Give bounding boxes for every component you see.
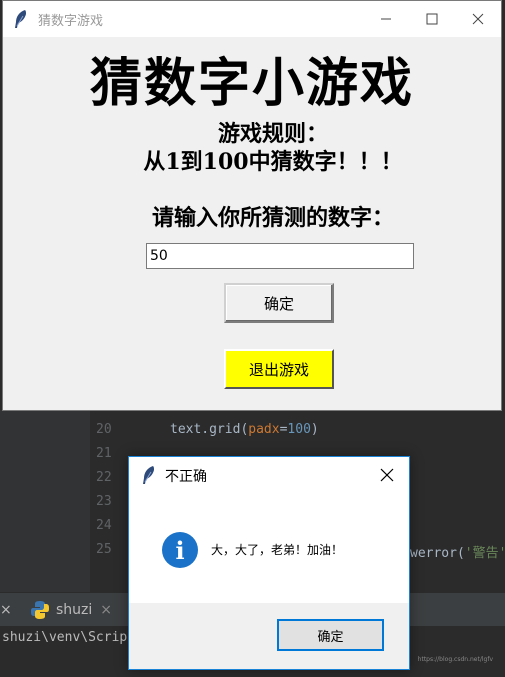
dialog-close-button[interactable] bbox=[365, 457, 409, 493]
game-rules: 游戏规则： 从1到100中猜数字！！！ bbox=[3, 120, 505, 176]
code-line-25: werror('警告' bbox=[410, 546, 505, 561]
close-icon[interactable]: × bbox=[0, 593, 14, 627]
terminal-path: shuzi\venv\Scrip bbox=[2, 630, 128, 645]
dialog-message: 大，大了，老弟！加油！ bbox=[211, 543, 344, 557]
line-number: 23 bbox=[96, 494, 112, 509]
dialog-title: 不正确 bbox=[165, 469, 207, 485]
line-number: 25 bbox=[96, 542, 112, 557]
line-number: 24 bbox=[96, 518, 112, 533]
python-icon bbox=[31, 601, 49, 619]
maximize-icon bbox=[426, 13, 438, 25]
line-number-gutter bbox=[0, 410, 90, 592]
dialog-title-bar: 不正确 bbox=[129, 457, 409, 493]
line-number: 22 bbox=[96, 470, 112, 485]
close-icon bbox=[380, 468, 394, 482]
confirm-button[interactable]: 确定 bbox=[224, 283, 334, 323]
dialog-footer: 确定 bbox=[129, 603, 409, 669]
title-bar: 猜数字游戏 bbox=[3, 1, 501, 37]
message-dialog: 不正确 i 大，大了，老弟！加油！ 确定 bbox=[128, 456, 410, 670]
dialog-ok-button[interactable]: 确定 bbox=[277, 619, 384, 651]
guess-input[interactable]: 50 bbox=[146, 243, 414, 269]
tab-label: shuzi bbox=[56, 602, 93, 618]
minimize-button[interactable] bbox=[363, 1, 409, 37]
rules-line-2: 从1到100中猜数字！！！ bbox=[143, 149, 403, 175]
window-title: 猜数字游戏 bbox=[38, 14, 104, 29]
rules-line-1: 游戏规则： bbox=[217, 121, 328, 147]
exit-game-button[interactable]: 退出游戏 bbox=[224, 349, 334, 389]
guess-prompt: 请输入你所猜测的数字： bbox=[151, 205, 394, 231]
line-number: 21 bbox=[96, 446, 112, 461]
close-icon bbox=[472, 13, 484, 25]
feather-icon bbox=[143, 466, 154, 484]
code-line-20: text.grid(padx=100) bbox=[170, 422, 319, 437]
feather-icon bbox=[15, 10, 26, 28]
close-icon[interactable]: × bbox=[100, 602, 112, 618]
tab-shuzi[interactable]: shuzi × bbox=[30, 593, 112, 627]
line-number: 20 bbox=[96, 422, 112, 437]
watermark: https://blog.csdn.net/lgfv bbox=[417, 656, 493, 663]
close-button[interactable] bbox=[455, 1, 501, 37]
game-heading: 猜数字小游戏 bbox=[89, 53, 414, 114]
info-icon: i bbox=[162, 532, 198, 568]
maximize-button[interactable] bbox=[409, 1, 455, 37]
minimize-icon bbox=[381, 18, 391, 20]
main-window: 猜数字游戏 猜数字小游戏 游戏规则： 从1到100中猜数字！！！ 请输入你所猜测… bbox=[2, 0, 502, 411]
